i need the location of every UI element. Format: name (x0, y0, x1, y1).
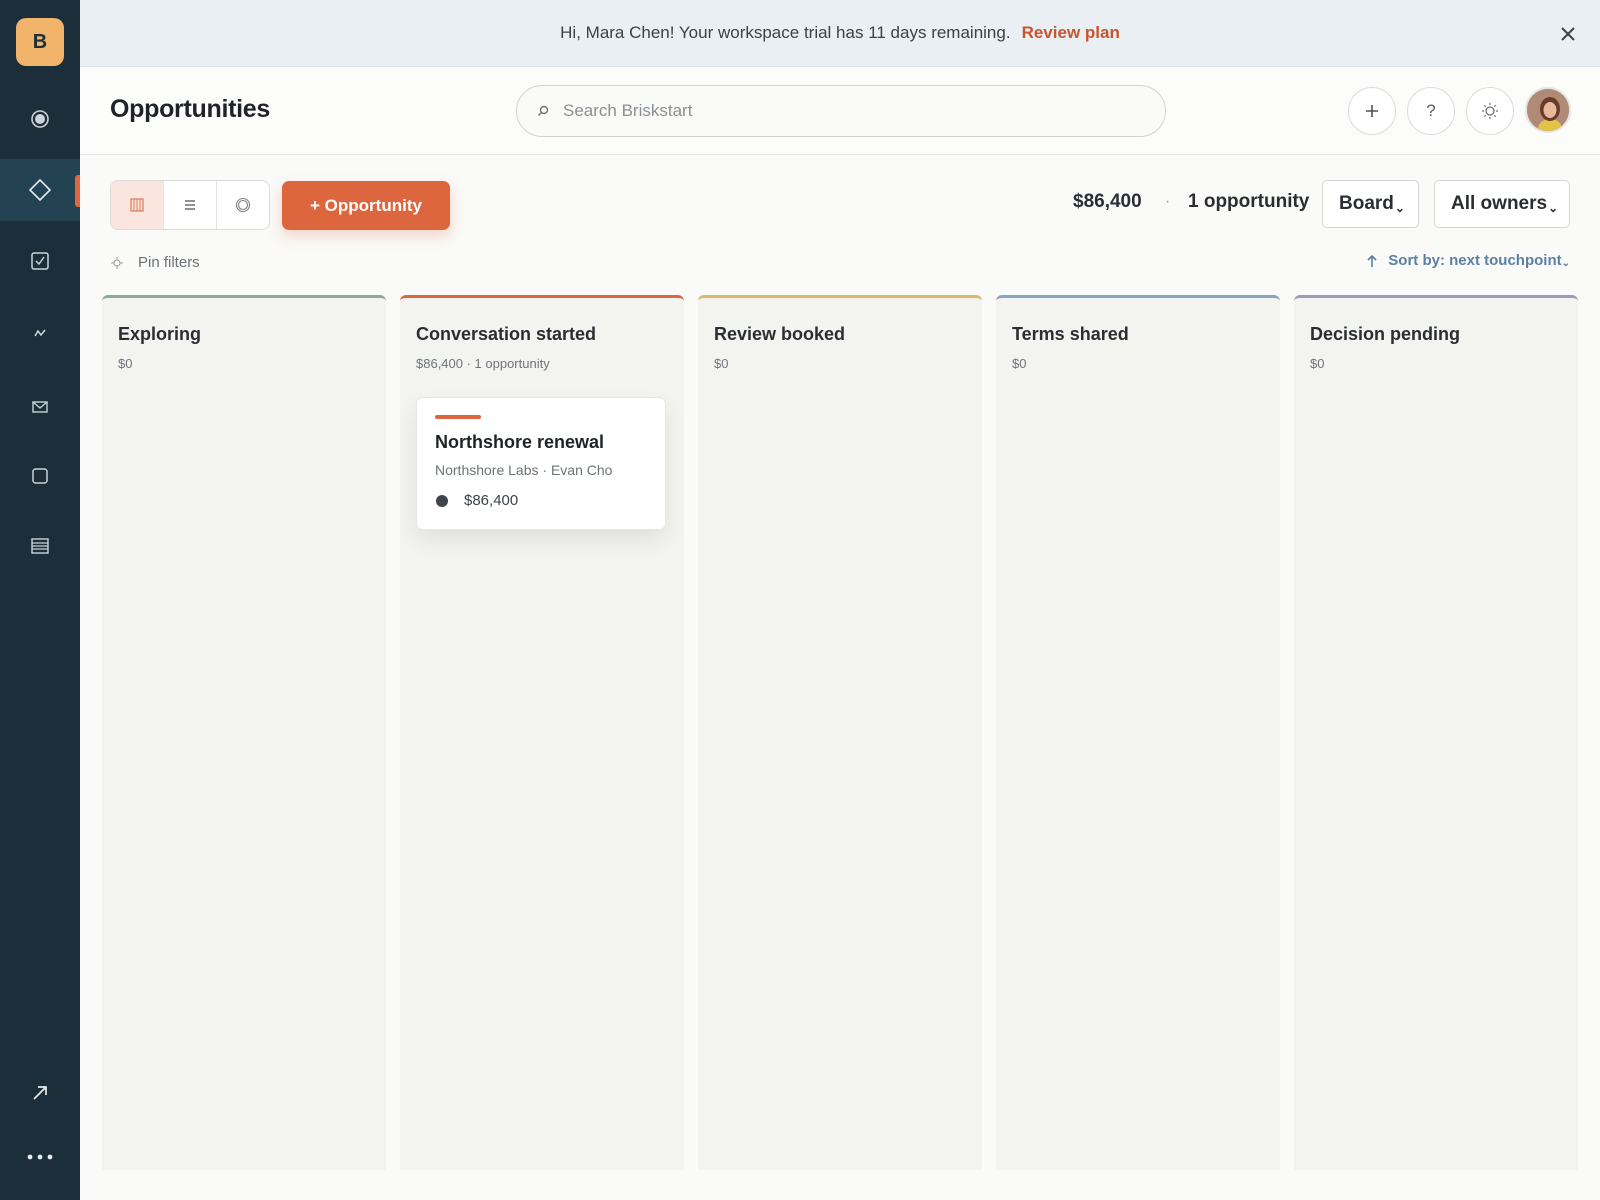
circle-target-icon (235, 197, 251, 213)
card-title: Northshore renewal (435, 432, 605, 452)
help-icon: ? (1426, 101, 1436, 120)
column-summary: $0 (1012, 356, 1027, 371)
opportunities-diamond-icon (29, 179, 51, 201)
board-columns-icon (130, 198, 144, 212)
board-view-button[interactable] (111, 181, 164, 229)
column-title: Exploring (118, 324, 202, 344)
opportunity-count: 1 opportunity (1188, 191, 1310, 212)
activity-icon (34, 329, 46, 337)
create-button[interactable] (1348, 87, 1396, 135)
pin-icon (111, 256, 123, 269)
sidebar-item-reports[interactable] (0, 515, 80, 577)
chevron-down-icon: ⌄ (1548, 201, 1559, 215)
view-select[interactable]: Board ⌄ (1322, 180, 1419, 228)
sidebar-item-more[interactable] (0, 1126, 80, 1188)
sidebar-item-home[interactable] (0, 88, 80, 150)
owner-select[interactable]: All owners ⌄ (1434, 180, 1570, 228)
tasks-checkbox-icon (31, 252, 49, 270)
column-title: Decision pending (1310, 324, 1461, 344)
sidebar: B (0, 0, 80, 1200)
close-icon (1561, 27, 1575, 41)
column-title: Review booked (714, 324, 846, 344)
board-column-exploring: Exploring $0 (102, 295, 386, 1170)
square-icon (32, 468, 48, 484)
close-banner-button[interactable] (1556, 22, 1580, 46)
board-column-conversation-started: Conversation started $86,400 · 1 opportu… (400, 295, 684, 1170)
help-button[interactable]: ? (1407, 87, 1455, 135)
mail-icon (32, 401, 48, 413)
chevron-down-icon: ⌄ (1561, 258, 1570, 269)
status-dot-icon (436, 495, 448, 507)
app-logo[interactable]: B (16, 18, 64, 66)
column-summary: $0 (714, 356, 729, 371)
review-plan-link[interactable]: Review plan (1022, 23, 1120, 43)
open-external-icon (33, 1086, 47, 1100)
column-summary: $86,400 · 1 opportunity (416, 356, 550, 371)
user-avatar[interactable] (1525, 87, 1571, 133)
avatar-image (1527, 89, 1569, 131)
sidebar-item-open-external[interactable] (0, 1062, 80, 1124)
column-title: Conversation started (416, 324, 597, 344)
home-icon (31, 110, 49, 128)
owner-select-value: All owners (1451, 193, 1548, 214)
card-stage-bar (435, 415, 481, 419)
arrow-up-icon (1367, 254, 1377, 267)
board-column-review-booked: Review booked $0 (698, 295, 982, 1170)
chart-view-button[interactable] (217, 181, 269, 229)
view-switcher (110, 180, 270, 230)
pin-filters-label: Pin filters (138, 254, 200, 271)
column-title: Terms shared (1012, 324, 1129, 344)
sort-label: Sort by: next touchpoint (1388, 252, 1562, 269)
summary-separator: · (1165, 193, 1171, 210)
trial-banner: Hi, Mara Chen! Your workspace trial has … (80, 0, 1600, 67)
sun-icon (1482, 103, 1498, 119)
banner-message: Hi, Mara Chen! Your workspace trial has … (560, 23, 1011, 42)
page-title: Opportunities (110, 95, 270, 123)
card-value: $86,400 (464, 492, 519, 509)
page-header: Opportunities ? (80, 67, 1600, 155)
column-summary: $0 (1310, 356, 1325, 371)
chevron-down-icon: ⌄ (1394, 201, 1405, 215)
column-summary: $0 (118, 356, 133, 371)
reports-icon (31, 538, 49, 554)
sidebar-item-activity[interactable] (0, 302, 80, 364)
add-opportunity-button[interactable]: + Opportunity (282, 181, 450, 230)
sidebar-item-tasks[interactable] (0, 230, 80, 292)
list-icon (185, 200, 195, 210)
plus-icon (1366, 105, 1378, 117)
board-column-decision-pending: Decision pending $0 (1294, 295, 1578, 1170)
search-icon (538, 105, 549, 116)
opportunity-card[interactable]: Northshore renewal Northshore Labs · Eva… (416, 397, 666, 530)
search-bar[interactable] (516, 85, 1166, 137)
search-input[interactable] (563, 101, 1123, 121)
board-column-terms-shared: Terms shared $0 (996, 295, 1280, 1170)
sort-control[interactable]: Sort by: next touchpoint ⌄ (1366, 252, 1570, 269)
sidebar-item-mail[interactable] (0, 376, 80, 438)
view-select-value: Board (1339, 193, 1394, 214)
list-view-button[interactable] (164, 181, 217, 229)
pipeline-total: $86,400 (1073, 191, 1142, 212)
more-dots-icon (27, 1154, 53, 1160)
sidebar-item-pages[interactable] (0, 445, 80, 507)
pin-filters-button[interactable]: Pin filters (110, 254, 200, 271)
theme-button[interactable] (1466, 87, 1514, 135)
card-company-contact: Northshore Labs · Evan Cho (435, 462, 613, 478)
sidebar-item-opportunities[interactable] (0, 159, 80, 221)
